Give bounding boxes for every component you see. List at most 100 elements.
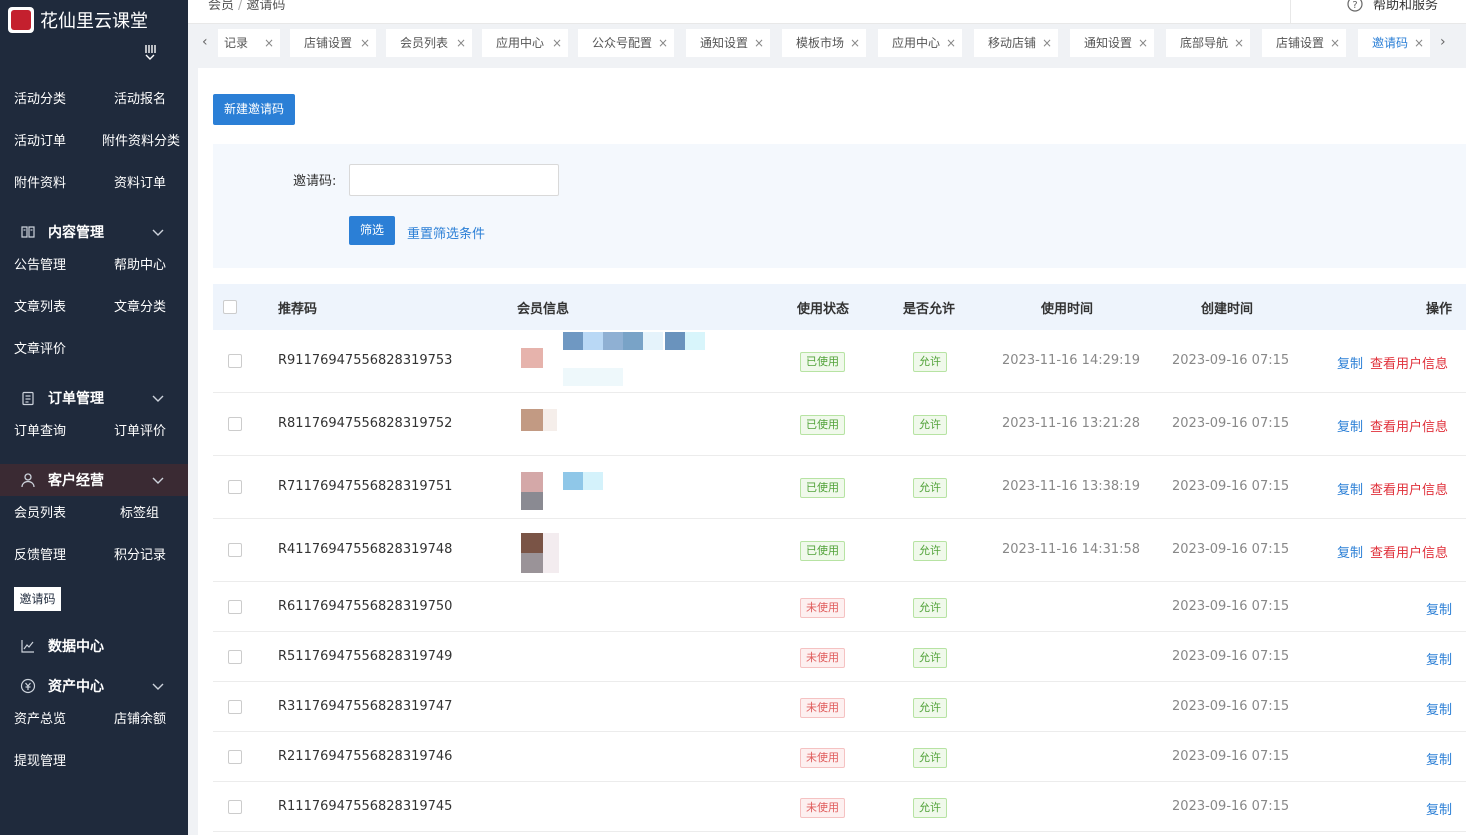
close-icon[interactable]: × (1234, 29, 1244, 57)
close-icon[interactable]: × (1138, 29, 1148, 57)
allow-badge: 允许 (913, 798, 947, 818)
sidebar-item-article-list[interactable]: 文章列表 (14, 298, 66, 318)
sidebar-item-invite-code[interactable]: 邀请码 (14, 587, 61, 611)
sidebar-item-attachment-category[interactable]: 附件资料分类 (102, 132, 180, 152)
row-checkbox[interactable] (228, 480, 242, 494)
tab-item[interactable]: 通知设置 × (686, 29, 770, 57)
tab-item[interactable]: 会员列表 × (386, 29, 472, 57)
view-user-link[interactable]: 查看用户信息 (1370, 479, 1448, 498)
close-icon[interactable]: × (1414, 29, 1424, 57)
close-icon[interactable]: × (1042, 29, 1052, 57)
copy-link[interactable]: 复制 (1337, 353, 1363, 372)
copy-link[interactable]: 复制 (1426, 799, 1452, 818)
close-icon[interactable]: × (552, 29, 562, 57)
book-icon (20, 224, 36, 240)
sidebar-item-help-center[interactable]: 帮助中心 (114, 256, 166, 276)
tab-item[interactable]: 移动店铺 × (974, 29, 1058, 57)
row-checkbox[interactable] (228, 417, 242, 431)
copy-link[interactable]: 复制 (1337, 416, 1363, 435)
used-time: 2023-11-16 13:38:19 (1002, 479, 1141, 494)
tab-item[interactable]: 通知设置 × (1070, 29, 1154, 57)
sidebar-item-activity-category[interactable]: 活动分类 (14, 90, 66, 110)
sidebar-item-order-reviews[interactable]: 订单评价 (114, 422, 166, 442)
table-row: R11176947556828319745 未使用 允许 2023-09-16 … (213, 782, 1466, 832)
sidebar-group-customers[interactable]: 客户经营 (0, 464, 188, 496)
sidebar-group-assets[interactable]: 资产中心 (0, 670, 188, 702)
row-checkbox[interactable] (228, 354, 242, 368)
filter-panel: 邀请码: 筛选 重置筛选条件 (213, 144, 1466, 268)
close-icon[interactable]: × (850, 29, 860, 57)
close-icon[interactable]: × (360, 29, 370, 57)
row-checkbox[interactable] (228, 650, 242, 664)
currency-icon (20, 678, 36, 694)
copy-link[interactable]: 复制 (1426, 599, 1452, 618)
chevron-right-icon[interactable]: › (1440, 34, 1452, 50)
sidebar-group-customers-label: 客户经营 (48, 473, 104, 489)
sidebar-item-member-list[interactable]: 会员列表 (14, 504, 66, 524)
tab-item[interactable]: 店铺设置 × (1262, 29, 1346, 57)
close-icon[interactable]: × (264, 29, 274, 57)
select-all-checkbox[interactable] (223, 300, 237, 314)
sidebar-group-data[interactable]: 数据中心 (0, 630, 188, 662)
new-invite-code-button[interactable]: 新建邀请码 (213, 94, 295, 125)
close-icon[interactable]: × (456, 29, 466, 57)
table-row: R81176947556828319752 已使用 允许 2023-11-16 … (213, 393, 1466, 456)
tab-item[interactable]: 模板市场 × (782, 29, 866, 57)
view-user-link[interactable]: 查看用户信息 (1370, 353, 1448, 372)
close-icon[interactable]: × (1330, 29, 1340, 57)
sidebar-item-tag-group[interactable]: 标签组 (120, 504, 159, 524)
tab-item[interactable]: 记录 × (218, 29, 280, 57)
header-used-at: 使用时间 (1041, 302, 1094, 317)
sidebar-item-activity-signup[interactable]: 活动报名 (114, 90, 166, 110)
copy-link[interactable]: 复制 (1426, 699, 1452, 718)
tab-item[interactable]: 应用中心 × (878, 29, 962, 57)
sidebar-item-announcements[interactable]: 公告管理 (14, 256, 66, 276)
sidebar-item-feedback[interactable]: 反馈管理 (14, 546, 66, 566)
help-and-service[interactable]: ? 帮助和服务 (1290, 0, 1466, 24)
row-checkbox[interactable] (228, 700, 242, 714)
status-badge: 未使用 (800, 648, 845, 668)
sidebar-group-orders[interactable]: 订单管理 (0, 382, 188, 414)
tab-item[interactable]: 公众号配置 × (578, 29, 674, 57)
chevron-left-icon[interactable]: ‹ (202, 34, 214, 50)
created-time: 2023-09-16 07:15 (1172, 353, 1290, 368)
sidebar-item-article-reviews[interactable]: 文章评价 (14, 340, 66, 360)
sidebar-item-activity-orders[interactable]: 活动订单 (14, 132, 66, 152)
copy-link[interactable]: 复制 (1337, 479, 1363, 498)
breadcrumb-parent[interactable]: 会员 (208, 0, 234, 13)
tab-item[interactable]: 店铺设置 × (290, 29, 376, 57)
tab-item[interactable]: 应用中心 × (482, 29, 568, 57)
chevron-down-icon (152, 474, 164, 486)
close-icon[interactable]: × (658, 29, 668, 57)
copy-link[interactable]: 复制 (1426, 749, 1452, 768)
tab-item[interactable]: 底部导航 × (1166, 29, 1250, 57)
invite-code-input[interactable] (349, 164, 559, 196)
invite-code: R91176947556828319753 (278, 353, 453, 368)
row-checkbox[interactable] (228, 600, 242, 614)
row-checkbox[interactable] (228, 543, 242, 557)
view-user-link[interactable]: 查看用户信息 (1370, 542, 1448, 561)
sidebar-item-article-category[interactable]: 文章分类 (114, 298, 166, 318)
copy-link[interactable]: 复制 (1337, 542, 1363, 561)
reset-filter-link[interactable]: 重置筛选条件 (407, 223, 485, 242)
row-checkbox[interactable] (228, 800, 242, 814)
copy-link[interactable]: 复制 (1426, 649, 1452, 668)
filter-button[interactable]: 筛选 (349, 216, 395, 245)
status-badge: 已使用 (800, 415, 845, 435)
menu-collapse-icon[interactable] (143, 44, 157, 60)
sidebar-item-order-query[interactable]: 订单查询 (14, 422, 66, 442)
sidebar-item-attachments[interactable]: 附件资料 (14, 174, 66, 194)
sidebar-group-content[interactable]: 内容管理 (0, 216, 188, 248)
sidebar-item-store-balance[interactable]: 店铺余额 (114, 710, 166, 730)
invite-code: R41176947556828319748 (278, 542, 453, 557)
close-icon[interactable]: × (754, 29, 764, 57)
close-icon[interactable]: × (946, 29, 956, 57)
view-user-link[interactable]: 查看用户信息 (1370, 416, 1448, 435)
sidebar-item-withdrawals[interactable]: 提现管理 (14, 752, 66, 772)
sidebar-item-points-log[interactable]: 积分记录 (114, 546, 166, 566)
sidebar-item-asset-overview[interactable]: 资产总览 (14, 710, 66, 730)
header-member: 会员信息 (517, 302, 570, 317)
row-checkbox[interactable] (228, 750, 242, 764)
sidebar-item-material-orders[interactable]: 资料订单 (114, 174, 166, 194)
tab-item-active[interactable]: 邀请码 × (1358, 29, 1430, 57)
